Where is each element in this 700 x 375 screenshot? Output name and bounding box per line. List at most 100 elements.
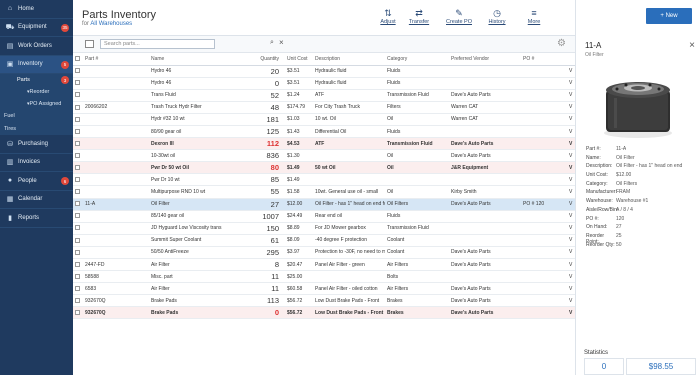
table-row[interactable]: Hydro 46 20 $3.51 Hydraulic fluid Fluids V xyxy=(73,65,575,78)
cell-po xyxy=(521,258,567,272)
row-checkbox[interactable] xyxy=(75,273,80,279)
row-checkbox[interactable] xyxy=(75,310,80,316)
transfer-button[interactable]: ⇄ Transfer xyxy=(406,8,432,25)
sidebar-item-invoices[interactable]: ▥ Invoices xyxy=(0,154,73,172)
sidebar-subitem-fuel[interactable]: Fuel xyxy=(0,110,73,123)
row-select-cell xyxy=(73,173,83,187)
select-all-checkbox[interactable] xyxy=(75,55,80,61)
sidebar-item-home[interactable]: ⌂ Home xyxy=(0,0,73,19)
sidebar-item-calendar[interactable]: ▦ Calendar xyxy=(0,191,73,209)
row-checkbox[interactable] xyxy=(75,249,80,255)
row-select-cell xyxy=(73,234,83,247)
table-row[interactable]: Hydr #32 10 wt 181 $1.03 10 wt. Oil Oil Warre… xyxy=(73,113,575,126)
table-row[interactable]: 2447-FD Air Filter 8 $20.47 Panel Air Filter… xyxy=(73,258,575,272)
gear-icon[interactable]: ⚙ xyxy=(557,38,566,49)
column-header[interactable]: Category xyxy=(385,53,449,66)
row-checkbox[interactable] xyxy=(75,261,80,267)
cell-part xyxy=(83,65,149,78)
new-button[interactable]: + New xyxy=(646,8,692,24)
table-row[interactable]: 6583 Air Filter 11 $60.58 Panel Air Filter -… xyxy=(73,282,575,296)
sidebar-item-work-orders[interactable]: ▤ Work Orders xyxy=(0,37,73,56)
search-input[interactable]: Search parts... xyxy=(100,39,215,49)
row-checkbox[interactable] xyxy=(75,201,80,207)
table-row[interactable]: Pwr Dr 50 wt Oil 80 $1.49 50 wt Oil Oil J&R E… xyxy=(73,161,575,175)
cell-cat: Filters xyxy=(385,101,449,114)
row-checkbox[interactable] xyxy=(75,104,80,110)
sidebar-item-purchasing[interactable]: ⛁ Purchasing xyxy=(0,135,73,154)
row-checkbox[interactable] xyxy=(75,164,80,170)
cell-cat: Fluids xyxy=(385,77,449,90)
search-icon[interactable]: ⌕ xyxy=(270,39,274,47)
column-header[interactable]: Description xyxy=(313,53,385,66)
cell-x: V xyxy=(567,125,575,139)
row-checkbox[interactable] xyxy=(75,68,80,74)
row-checkbox[interactable] xyxy=(75,152,80,158)
detail-header: 11-A Oil Filter × xyxy=(576,36,700,78)
cell-vendor xyxy=(449,65,521,78)
adjust-button[interactable]: ⇅ Adjust xyxy=(375,8,401,25)
table-row[interactable]: 932670Q Brake Pads 0 $56.72 Low Dust Brake P… xyxy=(73,306,575,320)
list-view-icon[interactable] xyxy=(85,40,94,48)
row-checkbox[interactable] xyxy=(75,298,80,303)
column-header[interactable]: Preferred Vendor xyxy=(449,53,521,66)
cell-name: JD Hyguard Low Viscosity trans xyxy=(149,222,245,235)
cell-desc: Protection to -30F, no need to mix xyxy=(313,246,385,260)
sidebar-item-people[interactable]: ● People 6 xyxy=(0,172,73,191)
table-row[interactable]: 10-30wt oil 836 $1.30 Oil Dave's Auto Parts V xyxy=(73,149,575,163)
table-row[interactable]: JD Hyguard Low Viscosity trans 150 $8.89 Fo… xyxy=(73,222,575,235)
cell-cost: $25.00 xyxy=(285,270,313,284)
table-row[interactable]: Summit Super Coolant 61 $8.09 -40 degree F … xyxy=(73,234,575,247)
column-header[interactable] xyxy=(567,53,575,66)
row-checkbox[interactable] xyxy=(75,225,80,231)
table-row[interactable]: Pwr Dr 10 wt 85 $1.49 V xyxy=(73,173,575,187)
column-header[interactable] xyxy=(73,53,83,66)
cell-name: Pwr Dr 10 wt xyxy=(149,173,245,187)
table-row[interactable]: 20066202 Trash Truck Hydr Filter 48 $174.79… xyxy=(73,101,575,114)
sidebar-subitem-reorder[interactable]: ▾ Reorder xyxy=(0,86,73,98)
column-header[interactable]: Unit Cost xyxy=(285,53,313,66)
column-header[interactable]: Part # xyxy=(83,53,149,66)
row-checkbox[interactable] xyxy=(75,80,80,86)
table-row[interactable]: Dexron III 112 $4.53 ATF Transmission Fluid D… xyxy=(73,137,575,151)
column-header[interactable]: Quantity xyxy=(245,53,285,66)
cell-name: Summit Super Coolant xyxy=(149,234,245,247)
row-checkbox[interactable] xyxy=(75,92,80,98)
table-row[interactable]: 50/50 AntiFreeze 295 $3.97 Protection to -3… xyxy=(73,246,575,260)
toolbar-label: Transfer xyxy=(408,19,430,25)
column-header[interactable]: Name xyxy=(149,53,245,66)
sidebar-subitem-po-assigned[interactable]: ▾ PO Assigned xyxy=(0,98,73,110)
row-checkbox[interactable] xyxy=(75,177,80,183)
row-checkbox[interactable] xyxy=(75,189,80,195)
table-row[interactable]: 932670Q Brake Pads 113 $56.72 Low Dust Brake… xyxy=(73,294,575,308)
cell-po xyxy=(521,137,567,151)
row-checkbox[interactable] xyxy=(75,237,80,243)
close-icon[interactable]: × xyxy=(279,38,284,47)
row-checkbox[interactable] xyxy=(75,285,80,291)
cell-qty: 85 xyxy=(245,173,285,187)
create-po-button[interactable]: ✎ Create PO xyxy=(446,8,472,25)
sidebar-item-label: Purchasing xyxy=(18,140,49,147)
sidebar-item-inventory[interactable]: ▣ Inventory 5 xyxy=(0,55,73,74)
sidebar-item-reports[interactable]: ▮ Reports xyxy=(0,209,73,228)
table-row[interactable]: 85/140 gear oil 1007 $24.49 Rear end oil Flu… xyxy=(73,210,575,223)
row-checkbox[interactable] xyxy=(75,116,80,122)
column-header[interactable]: PO # xyxy=(521,53,567,66)
more-button[interactable]: ≡ More xyxy=(521,8,547,25)
row-checkbox[interactable] xyxy=(75,213,80,219)
table-row[interactable]: 80/90 gear oil 125 $1.43 Differential Oil Fl… xyxy=(73,125,575,139)
sidebar-subitem-tires[interactable]: Tires xyxy=(0,122,73,135)
table-row[interactable]: Hydro 46 0 $3.51 Hydraulic fluid Fluids V xyxy=(73,77,575,90)
close-icon[interactable]: × xyxy=(689,40,695,51)
warehouse-link[interactable]: All Warehouses xyxy=(90,21,132,27)
row-checkbox[interactable] xyxy=(75,128,80,134)
history-button[interactable]: ◷ History xyxy=(484,8,510,25)
row-checkbox[interactable] xyxy=(75,140,80,146)
table-row[interactable]: Multipurpose RND 10 wt 55 $1.58 10wt. Gener… xyxy=(73,185,575,199)
table-row[interactable]: Trans Fluid 52 $1.24 ATF Transmission Fluid D… xyxy=(73,89,575,102)
clipboard-icon: ▤ xyxy=(6,42,14,50)
sidebar-badge: 3 xyxy=(61,76,69,84)
table-row[interactable]: 58588 Misc. part 11 $25.00 Bolts V xyxy=(73,270,575,284)
sidebar-item-equipment[interactable]: ⛟ Equipment 35 xyxy=(0,19,73,37)
table-row[interactable]: 11-A Oil Filter 27 $12.00 Oil Filter - has 1… xyxy=(73,198,575,211)
sidebar-subitem-parts[interactable]: Parts 3 xyxy=(0,74,73,86)
